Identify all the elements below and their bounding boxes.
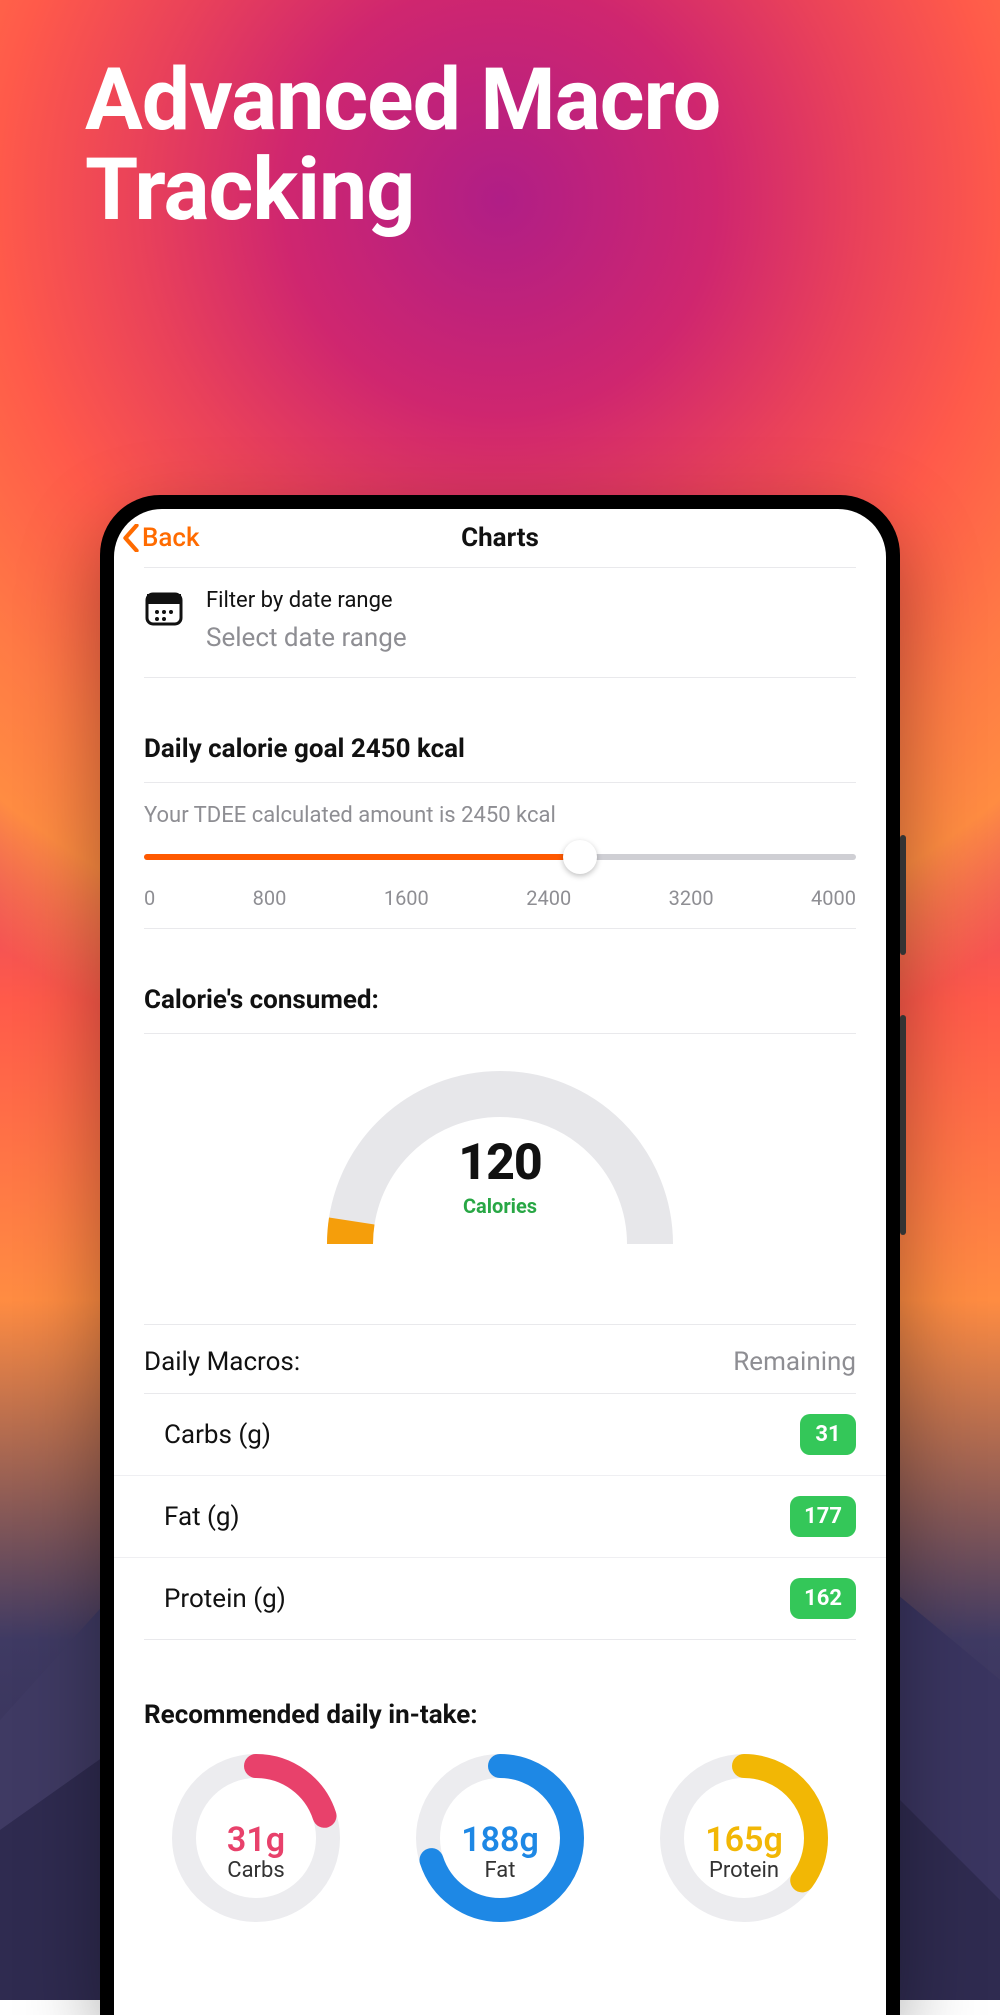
- back-button[interactable]: Back: [122, 509, 200, 567]
- hero-line-2: Tracking: [85, 145, 720, 235]
- macro-row-carbs: Carbs (g) 31: [114, 1394, 886, 1475]
- chevron-left-icon: [122, 524, 140, 552]
- gauge-unit: Calories: [310, 1194, 690, 1218]
- macro-name: Fat (g): [144, 1502, 240, 1532]
- slider-fill: [144, 854, 580, 860]
- donut-value: 165g: [705, 1820, 783, 1860]
- calendar-icon: [144, 588, 184, 628]
- navbar: Back Charts: [114, 509, 886, 567]
- donut-value: 188g: [461, 1820, 539, 1860]
- tick: 3200: [669, 886, 714, 910]
- gauge-value: 120: [310, 1134, 690, 1192]
- tick: 800: [253, 886, 287, 910]
- phone-screen: Back Charts Filter by date range Select …: [114, 509, 886, 2015]
- calories-gauge: 120 Calories: [114, 1034, 886, 1294]
- macro-remaining-pill: 31: [800, 1414, 856, 1455]
- macro-row-fat: Fat (g) 177: [114, 1475, 886, 1557]
- tick: 1600: [384, 886, 429, 910]
- recommended-donuts: 31g Carbs 188g Fat 165g Protein: [114, 1748, 886, 1903]
- tick: 2400: [526, 886, 571, 910]
- phone-side-button: [900, 1015, 906, 1235]
- donut-label: Fat: [485, 1858, 516, 1883]
- calories-consumed-heading: Calorie's consumed:: [114, 959, 886, 1033]
- macros-remaining-label: Remaining: [733, 1347, 856, 1377]
- back-label: Back: [142, 523, 200, 553]
- tdee-text: Your TDEE calculated amount is 2450 kcal: [114, 783, 886, 838]
- slider-ticks: 0 800 1600 2400 3200 4000: [114, 878, 886, 928]
- donut-value: 31g: [227, 1820, 285, 1860]
- donut-protein: 165g Protein: [632, 1748, 856, 1883]
- filter-label: Filter by date range: [206, 588, 856, 613]
- phone-side-button: [900, 835, 906, 955]
- tick: 0: [144, 886, 155, 910]
- macro-row-protein: Protein (g) 162: [114, 1557, 886, 1639]
- hero-title: Advanced Macro Tracking: [85, 55, 720, 236]
- donut-label: Protein: [709, 1858, 779, 1883]
- tick: 4000: [811, 886, 856, 910]
- date-range-select[interactable]: Select date range: [206, 623, 856, 653]
- macros-header: Daily Macros: Remaining: [114, 1325, 886, 1393]
- donut-carbs: 31g Carbs: [144, 1748, 368, 1883]
- page-title: Charts: [461, 523, 539, 553]
- date-filter-row: Filter by date range Select date range: [114, 568, 886, 677]
- slider-thumb[interactable]: [563, 840, 597, 874]
- macro-remaining-pill: 177: [790, 1496, 856, 1537]
- macro-remaining-pill: 162: [790, 1578, 856, 1619]
- donut-label: Carbs: [227, 1858, 284, 1883]
- recommended-intake-heading: Recommended daily in-take:: [114, 1670, 886, 1748]
- macro-name: Carbs (g): [144, 1420, 271, 1450]
- calorie-goal-slider[interactable]: [114, 838, 886, 878]
- macro-name: Protein (g): [144, 1584, 286, 1614]
- calorie-goal-heading: Daily calorie goal 2450 kcal: [114, 708, 886, 782]
- phone-frame: Back Charts Filter by date range Select …: [100, 495, 900, 2015]
- hero-line-1: Advanced Macro: [85, 55, 720, 145]
- macros-heading: Daily Macros:: [144, 1347, 300, 1377]
- donut-fat: 188g Fat: [388, 1748, 612, 1883]
